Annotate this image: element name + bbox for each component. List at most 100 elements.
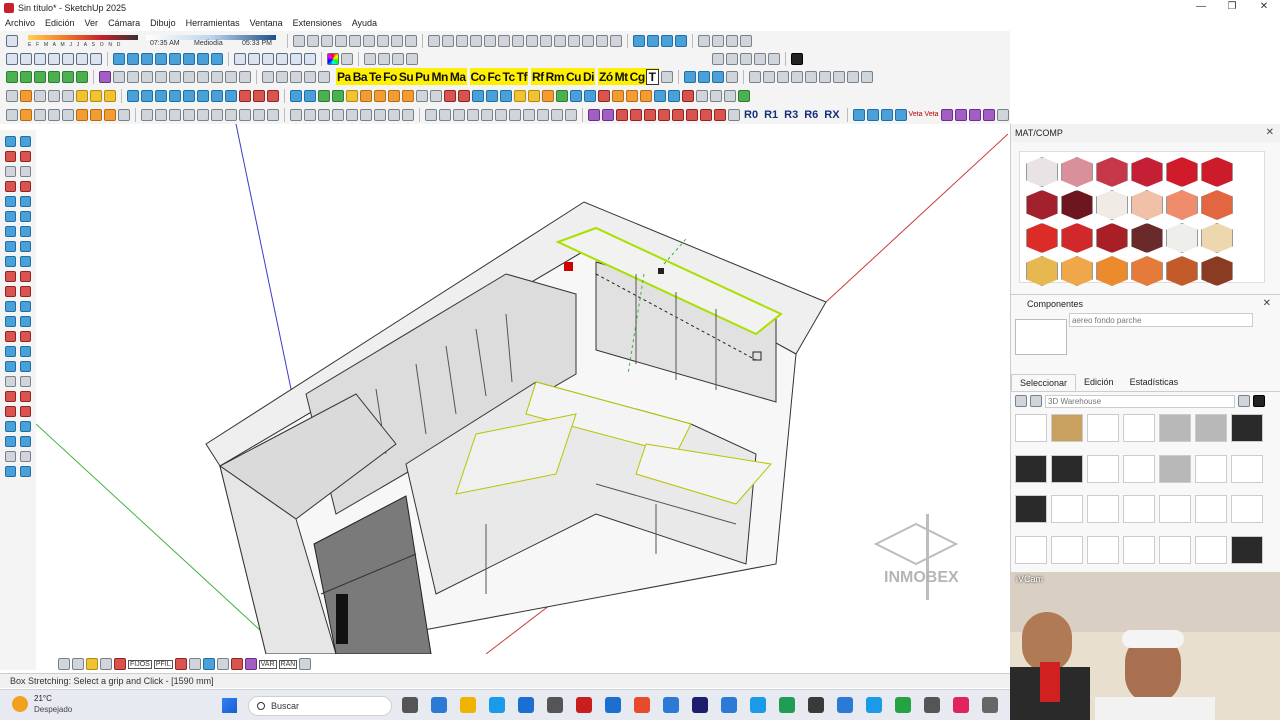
tool-icon[interactable] xyxy=(20,391,31,402)
weather-temperature[interactable]: 21°C xyxy=(34,694,52,703)
vista-label-a[interactable]: Veta xyxy=(909,111,923,118)
shape-icon[interactable] xyxy=(584,89,596,102)
plugin-btn-co[interactable]: Co xyxy=(470,70,487,84)
tool-icon[interactable] xyxy=(20,271,31,282)
taskbar-app-icon[interactable] xyxy=(431,697,447,713)
x-icon[interactable] xyxy=(321,34,333,47)
plugin-btn-fo[interactable]: Fo xyxy=(382,70,398,84)
tool-icon[interactable] xyxy=(20,331,31,342)
tool-icon[interactable] xyxy=(20,151,31,162)
shape-icon[interactable] xyxy=(456,34,468,47)
tool-icon[interactable] xyxy=(20,316,31,327)
solid-icon[interactable] xyxy=(318,108,330,121)
weather-condition[interactable]: Despejado xyxy=(34,705,72,714)
hinge-icon[interactable] xyxy=(467,108,479,121)
shape-icon[interactable] xyxy=(416,89,428,102)
gear-icon[interactable] xyxy=(225,70,237,83)
axis-icon[interactable] xyxy=(155,89,167,102)
grid-icon[interactable] xyxy=(846,70,859,83)
rotate-icon[interactable] xyxy=(239,89,251,102)
tool-icon[interactable] xyxy=(20,256,31,267)
tool-icon[interactable] xyxy=(5,391,16,402)
view-right-icon[interactable] xyxy=(276,52,288,65)
style-icon[interactable] xyxy=(141,52,153,65)
shape-icon[interactable] xyxy=(542,89,554,102)
view-icon[interactable] xyxy=(633,34,645,47)
tool-icon[interactable] xyxy=(20,181,31,192)
shape-icon[interactable] xyxy=(654,89,666,102)
plugin-btn-su[interactable]: Su xyxy=(398,70,414,84)
undo-icon[interactable] xyxy=(698,34,710,47)
solid-icon[interactable] xyxy=(346,108,358,121)
arrow-icon[interactable] xyxy=(880,108,893,121)
rotate-icon[interactable] xyxy=(267,89,279,102)
panel-icon[interactable] xyxy=(968,108,981,121)
arrow-right-icon[interactable] xyxy=(1253,395,1265,407)
component-thumbnail-item[interactable] xyxy=(1051,495,1083,523)
axis-icon[interactable] xyxy=(183,89,195,102)
close-icon[interactable] xyxy=(728,108,740,121)
material-swatch[interactable] xyxy=(1166,190,1198,220)
shape-icon[interactable] xyxy=(444,89,456,102)
shape-icon[interactable] xyxy=(332,89,344,102)
taskbar-search[interactable]: Buscar xyxy=(248,696,392,716)
tool-icon[interactable] xyxy=(5,451,16,462)
menu-extensiones[interactable]: Extensiones xyxy=(288,18,347,28)
panel-icon[interactable] xyxy=(996,108,1009,121)
dot-icon[interactable] xyxy=(262,70,274,83)
material-swatch[interactable] xyxy=(1201,190,1233,220)
taskbar-app-icon[interactable] xyxy=(779,697,795,713)
material-swatch[interactable] xyxy=(1166,157,1198,187)
axis-icon[interactable] xyxy=(127,89,139,102)
layers-icon[interactable] xyxy=(726,34,738,47)
tool-icon[interactable] xyxy=(104,108,116,121)
hinge-icon[interactable] xyxy=(523,108,535,121)
tool-icon[interactable] xyxy=(5,166,16,177)
shadow-settings-icon[interactable] xyxy=(6,34,18,47)
add-icon[interactable] xyxy=(458,89,470,102)
shape-icon[interactable] xyxy=(724,89,736,102)
material-swatch[interactable] xyxy=(1026,190,1058,220)
component-thumbnail-item[interactable] xyxy=(1051,414,1083,442)
grid-icon[interactable] xyxy=(818,70,831,83)
component-thumbnail-item[interactable] xyxy=(1123,535,1155,564)
eraser-icon[interactable] xyxy=(100,658,112,670)
tool-icon[interactable] xyxy=(20,211,31,222)
menu-dibujo[interactable]: Dibujo xyxy=(145,18,181,28)
component-thumbnail-item[interactable] xyxy=(1087,414,1119,442)
arc-icon[interactable] xyxy=(6,89,18,102)
tool-icon[interactable] xyxy=(6,108,18,121)
flip-icon[interactable] xyxy=(554,34,566,47)
frame-icon[interactable] xyxy=(616,108,628,121)
taskbar-app-icon[interactable] xyxy=(953,697,969,713)
material-swatch[interactable] xyxy=(1061,157,1093,187)
tool-icon[interactable] xyxy=(5,286,16,297)
tool-icon[interactable] xyxy=(5,406,16,417)
taskbar-app-icon[interactable] xyxy=(982,697,998,713)
tool-icon[interactable] xyxy=(118,108,130,121)
drop-icon[interactable] xyxy=(363,34,375,47)
panel-icon[interactable] xyxy=(48,89,60,102)
taskbar-app-icon[interactable] xyxy=(924,697,940,713)
component-thumbnail-item[interactable] xyxy=(1231,414,1263,442)
view-icon[interactable] xyxy=(647,34,659,47)
solid-icon[interactable] xyxy=(290,108,302,121)
edit-icon[interactable] xyxy=(405,34,417,47)
taskbar-app-icon[interactable] xyxy=(576,697,592,713)
material-swatch[interactable] xyxy=(1026,157,1058,187)
taskbar-app-icon[interactable] xyxy=(663,697,679,713)
taskbar-app-icon[interactable] xyxy=(518,697,534,713)
tool-icon[interactable] xyxy=(5,466,16,477)
component-thumbnail-item[interactable] xyxy=(1015,454,1047,483)
tab-seleccionar[interactable]: Seleccionar xyxy=(1011,374,1077,391)
material-swatch[interactable] xyxy=(1096,256,1128,286)
view-back-icon[interactable] xyxy=(290,52,302,65)
plugin-btn-ba[interactable]: Ba xyxy=(352,70,368,84)
material-swatch[interactable] xyxy=(1096,223,1128,253)
taskbar-app-icon[interactable] xyxy=(866,697,882,713)
cube-icon[interactable] xyxy=(34,70,46,83)
new-file-icon[interactable] xyxy=(6,52,18,65)
box-icon[interactable] xyxy=(90,89,102,102)
style-icon[interactable] xyxy=(211,52,223,65)
tool-icon[interactable] xyxy=(5,301,16,312)
